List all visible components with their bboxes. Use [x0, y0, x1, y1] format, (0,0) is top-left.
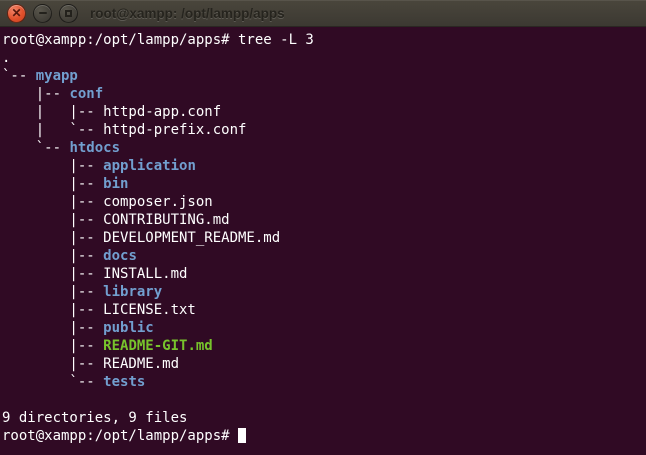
directory-name: htdocs [69, 140, 120, 156]
terminal-text: |-- README.md [2, 356, 179, 372]
terminal-line: | |-- httpd-app.conf [2, 103, 646, 121]
terminal-line: root@xampp:/opt/lampp/apps# [2, 427, 646, 445]
terminal-line: |-- application [2, 157, 646, 175]
directory-name: tests [103, 374, 145, 390]
directory-name: docs [103, 248, 137, 264]
cursor [238, 428, 246, 443]
terminal-text: |-- [2, 176, 103, 192]
close-button[interactable]: ✕ [7, 4, 26, 23]
terminal-text: `-- [2, 140, 69, 156]
directory-name: application [103, 158, 196, 174]
titlebar[interactable]: ✕ root@xampp: /opt/lampp/apps [0, 0, 646, 27]
terminal-text: | `-- httpd-prefix.conf [2, 122, 246, 138]
terminal-line: |-- conf [2, 85, 646, 103]
directory-name: conf [69, 86, 103, 102]
window-title: root@xampp: /opt/lampp/apps [90, 6, 285, 21]
terminal-line: . [2, 49, 646, 67]
terminal-line [2, 391, 646, 409]
terminal-text: |-- [2, 86, 69, 102]
executable-name: README-GIT.md [103, 338, 213, 354]
terminal-screen[interactable]: root@xampp:/opt/lampp/apps# tree -L 3.`-… [0, 27, 646, 455]
terminal-line: |-- LICENSE.txt [2, 301, 646, 319]
terminal-text: `-- [2, 374, 103, 390]
directory-name: library [103, 284, 162, 300]
terminal-line: `-- myapp [2, 67, 646, 85]
terminal-window: ✕ root@xampp: /opt/lampp/apps root@xampp… [0, 0, 646, 455]
minimize-icon [39, 12, 47, 14]
terminal-line: `-- htdocs [2, 139, 646, 157]
terminal-line: |-- bin [2, 175, 646, 193]
terminal-text: root@xampp:/opt/lampp/apps# tree -L 3 [2, 32, 314, 48]
terminal-text: |-- DEVELOPMENT_README.md [2, 230, 280, 246]
directory-name: bin [103, 176, 128, 192]
terminal-text: |-- [2, 284, 103, 300]
terminal-line: |-- CONTRIBUTING.md [2, 211, 646, 229]
close-icon: ✕ [11, 7, 21, 19]
terminal-line: |-- DEVELOPMENT_README.md [2, 229, 646, 247]
terminal-text: |-- INSTALL.md [2, 266, 187, 282]
terminal-line: | `-- httpd-prefix.conf [2, 121, 646, 139]
terminal-line: `-- tests [2, 373, 646, 391]
terminal-text: 9 directories, 9 files [2, 410, 187, 426]
maximize-icon [65, 10, 72, 17]
directory-name: myapp [36, 68, 78, 84]
terminal-text: |-- [2, 158, 103, 174]
terminal-text: root@xampp:/opt/lampp/apps# [2, 428, 238, 444]
terminal-text: `-- [2, 68, 36, 84]
terminal-text: |-- composer.json [2, 194, 213, 210]
directory-name: public [103, 320, 154, 336]
terminal-line: root@xampp:/opt/lampp/apps# tree -L 3 [2, 31, 646, 49]
terminal-text: |-- [2, 320, 103, 336]
terminal-line: |-- composer.json [2, 193, 646, 211]
terminal-line: |-- public [2, 319, 646, 337]
terminal-line: |-- README.md [2, 355, 646, 373]
terminal-text: |-- CONTRIBUTING.md [2, 212, 230, 228]
terminal-line: |-- README-GIT.md [2, 337, 646, 355]
terminal-line: 9 directories, 9 files [2, 409, 646, 427]
terminal-text: |-- LICENSE.txt [2, 302, 196, 318]
terminal-output: root@xampp:/opt/lampp/apps# tree -L 3.`-… [2, 31, 646, 445]
maximize-button[interactable] [59, 4, 78, 23]
terminal-text: |-- [2, 338, 103, 354]
terminal-text: |-- [2, 248, 103, 264]
terminal-line: |-- INSTALL.md [2, 265, 646, 283]
terminal-text: | |-- httpd-app.conf [2, 104, 221, 120]
terminal-text: . [2, 50, 10, 66]
terminal-line: |-- docs [2, 247, 646, 265]
terminal-line: |-- library [2, 283, 646, 301]
minimize-button[interactable] [33, 4, 52, 23]
